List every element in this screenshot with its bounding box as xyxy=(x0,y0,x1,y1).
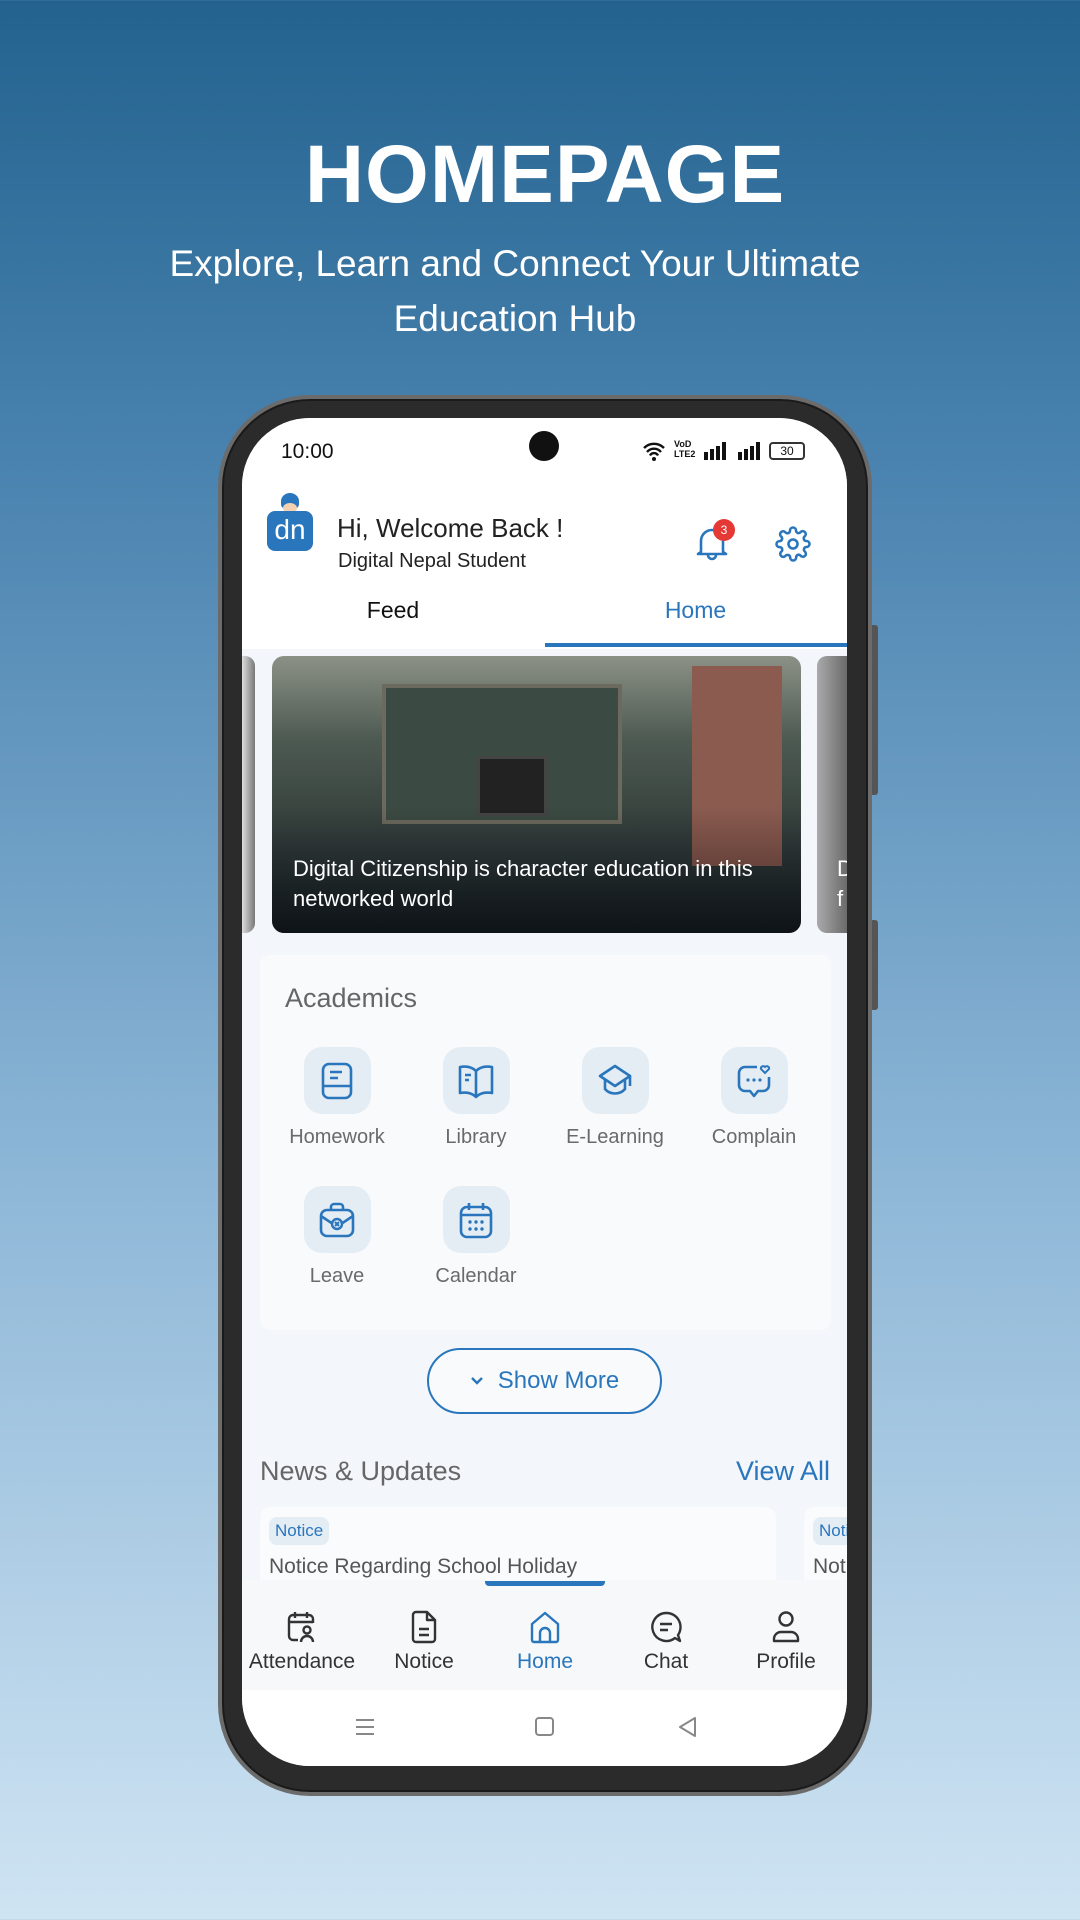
nav-profile[interactable]: Profile xyxy=(726,1610,846,1674)
carousel-prev-peek[interactable] xyxy=(242,656,255,933)
academics-leave[interactable]: Leave xyxy=(272,1186,402,1288)
show-more-label: Show More xyxy=(497,1367,620,1394)
user-role-text: Digital Nepal Student xyxy=(338,550,526,572)
news-badge: Notice xyxy=(269,1517,330,1545)
carousel-caption: Digital Citizenship is character educati… xyxy=(293,856,753,911)
view-all-link[interactable]: View All xyxy=(732,1456,830,1487)
academics-card: Academics Homework Library E-Learning Co… xyxy=(260,955,831,1330)
briefcase-x-icon xyxy=(319,1202,355,1237)
carousel-slide[interactable]: Digital Citizenship is character educati… xyxy=(272,656,801,933)
news-card-title: Notice Regarding School Holiday xyxy=(269,1555,578,1578)
book-open-icon xyxy=(458,1064,494,1098)
chevron-down-icon xyxy=(470,1377,483,1385)
nav-notice[interactable]: Notice xyxy=(364,1610,484,1674)
settings-gear-icon[interactable] xyxy=(775,526,811,562)
academics-homework[interactable]: Homework xyxy=(272,1047,402,1149)
wifi-icon xyxy=(643,442,665,461)
document-icon xyxy=(411,1610,437,1644)
status-time: 10:00 xyxy=(281,440,334,463)
network-type: VoD LTE2 xyxy=(674,439,696,459)
nav-chat[interactable]: Chat xyxy=(606,1610,726,1674)
academics-title: Academics xyxy=(285,983,418,1013)
news-title: News & Updates xyxy=(260,1456,462,1486)
phone-screen: 10:00 VoD LTE2 30 dn Hi, Welcome Back ! … xyxy=(242,418,847,1766)
back-icon[interactable] xyxy=(677,1716,697,1738)
chat-icon xyxy=(651,1611,682,1643)
nav-attendance[interactable]: Attendance xyxy=(242,1610,362,1674)
app-header: dn Hi, Welcome Back ! Digital Nepal Stud… xyxy=(242,488,847,649)
academics-elearning[interactable]: E-Learning xyxy=(550,1047,680,1149)
greeting-text: Hi, Welcome Back ! xyxy=(337,513,564,543)
tab-home[interactable]: Home xyxy=(544,588,847,646)
carousel-next-peek[interactable]: D f xyxy=(817,656,847,933)
camera-cutout xyxy=(529,431,559,461)
calendar-icon xyxy=(459,1202,493,1238)
signal-icon xyxy=(704,442,760,460)
show-more-button[interactable]: Show More xyxy=(427,1348,662,1414)
system-nav-bar xyxy=(242,1690,847,1766)
recent-apps-icon[interactable] xyxy=(355,1717,375,1737)
homework-icon xyxy=(321,1062,353,1099)
academics-library[interactable]: Library xyxy=(411,1047,541,1149)
battery-indicator: 30 xyxy=(769,442,805,460)
attendance-icon xyxy=(287,1612,315,1643)
graduation-cap-icon xyxy=(598,1064,632,1095)
active-tab-indicator xyxy=(545,643,847,647)
home-icon xyxy=(530,1611,560,1644)
hero-title: HOMEPAGE xyxy=(304,129,786,220)
status-bar: 10:00 VoD LTE2 30 xyxy=(242,418,847,488)
chat-heart-icon xyxy=(737,1064,771,1097)
profile-icon xyxy=(772,1611,800,1643)
bottom-nav-indicator xyxy=(485,1581,605,1586)
notification-badge: 3 xyxy=(713,519,735,541)
academics-calendar[interactable]: Calendar xyxy=(411,1186,541,1288)
app-logo: dn xyxy=(267,493,313,551)
nav-home[interactable]: Home xyxy=(485,1610,605,1674)
tab-feed[interactable]: Feed xyxy=(242,588,544,646)
home-system-icon[interactable] xyxy=(535,1717,554,1736)
notification-button[interactable]: 3 xyxy=(695,519,735,561)
academics-complain[interactable]: Complain xyxy=(689,1047,819,1149)
hero-subtitle: Explore, Learn and Connect Your Ultimate… xyxy=(169,243,861,339)
